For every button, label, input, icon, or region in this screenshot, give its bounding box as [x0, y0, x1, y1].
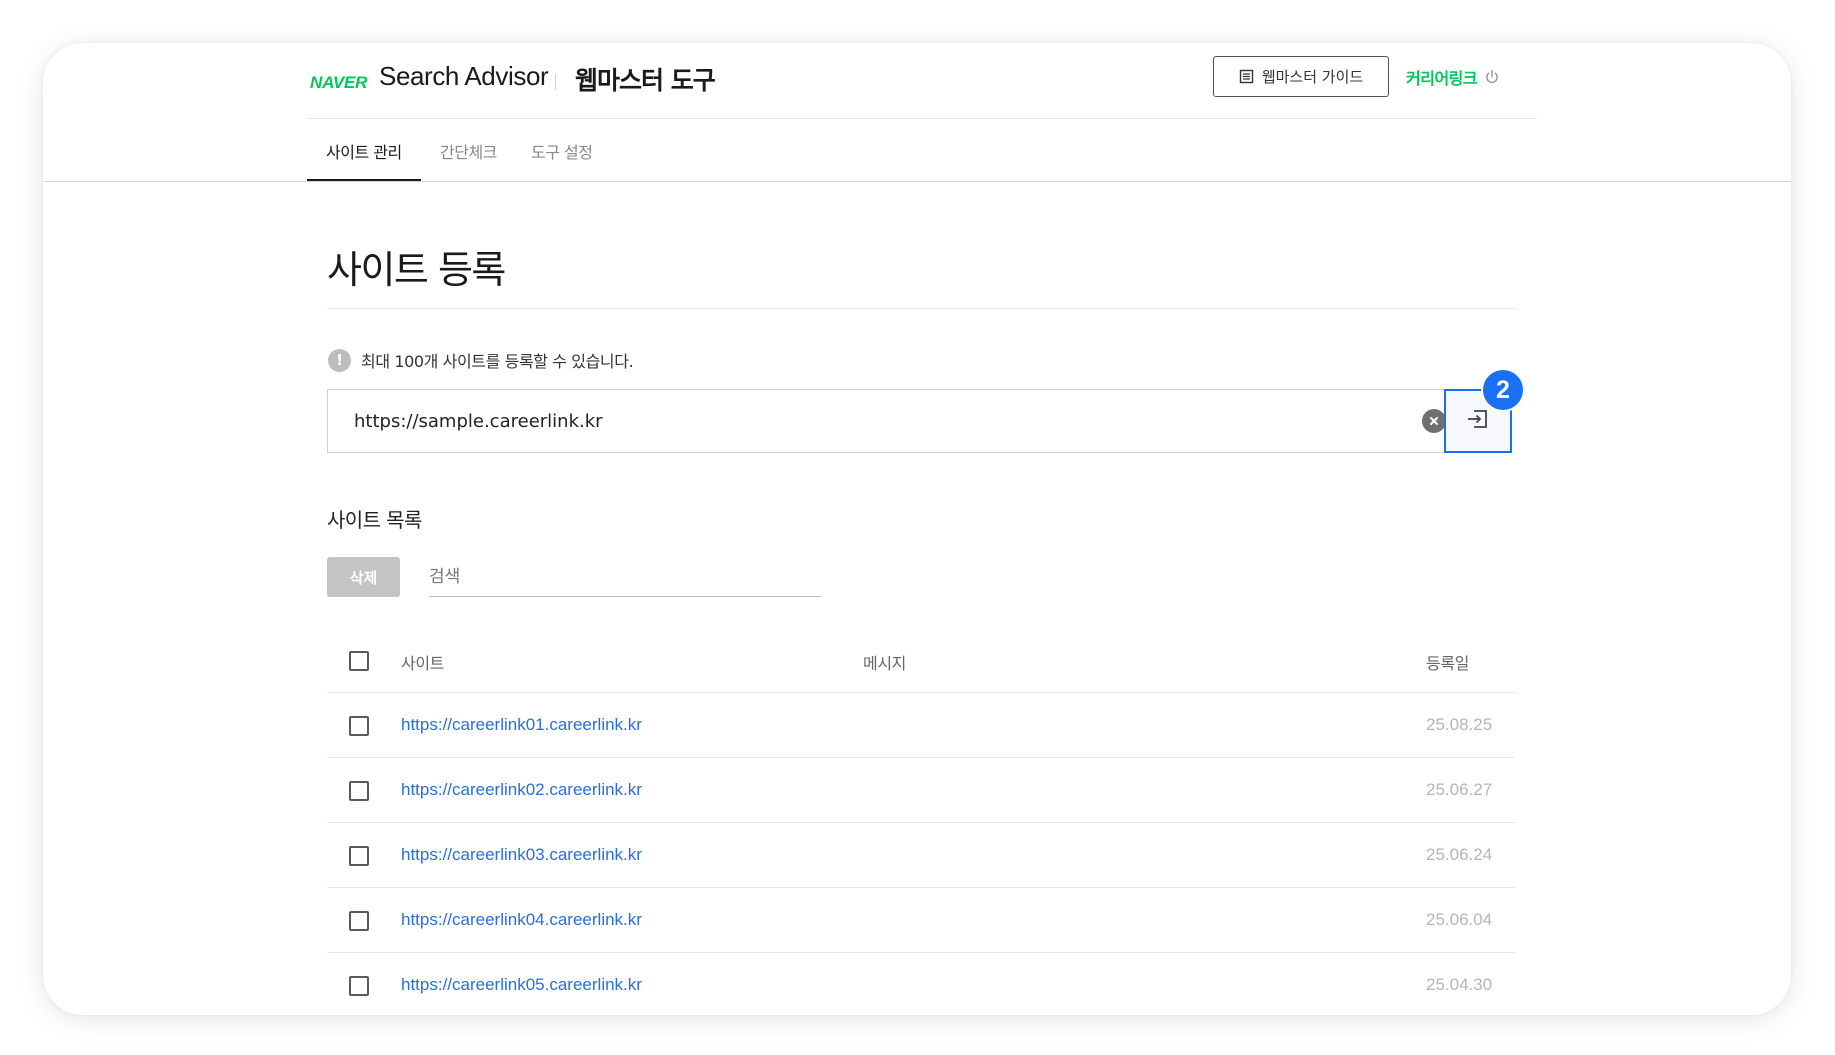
url-input-container — [327, 389, 1446, 453]
step-badge: 2 — [1483, 370, 1523, 410]
row-checkbox[interactable] — [349, 911, 369, 931]
site-date: 25.08.25 — [1426, 715, 1493, 734]
table-row: https://careerlink04.careerlink.kr 25.06… — [327, 888, 1515, 953]
clear-icon[interactable] — [1422, 409, 1446, 433]
row-checkbox[interactable] — [349, 976, 369, 996]
nav-divider — [43, 181, 1791, 182]
delete-button[interactable]: 삭제 — [327, 557, 400, 597]
tool-title: 웹마스터 도구 — [575, 66, 716, 95]
site-link[interactable]: https://careerlink05.careerlink.kr — [401, 975, 642, 995]
site-link[interactable]: https://careerlink04.careerlink.kr — [401, 910, 642, 930]
select-all-checkbox[interactable] — [349, 651, 369, 671]
tab-quick-check[interactable]: 간단체크 — [440, 139, 497, 163]
table-row: https://careerlink01.careerlink.kr 25.08… — [327, 693, 1515, 758]
site-date: 25.04.30 — [1426, 975, 1493, 994]
site-date: 25.06.24 — [1426, 845, 1493, 864]
table-header: 사이트 메시지 등록일 — [327, 628, 1515, 693]
site-date: 25.06.04 — [1426, 910, 1493, 929]
site-link[interactable]: https://careerlink03.careerlink.kr — [401, 845, 642, 865]
site-link[interactable]: https://careerlink02.careerlink.kr — [401, 780, 642, 800]
table-row: https://careerlink03.careerlink.kr 25.06… — [327, 823, 1515, 888]
site-url-input[interactable] — [328, 390, 1378, 452]
column-date[interactable]: 등록일 — [1426, 650, 1469, 674]
login-arrow-icon — [1466, 409, 1490, 433]
site-date: 25.06.27 — [1426, 780, 1493, 799]
brand-title: Search Advisor — [379, 61, 549, 91]
notice: ! 최대 100개 사이트를 등록할 수 있습니다. — [328, 348, 634, 372]
row-checkbox[interactable] — [349, 716, 369, 736]
search-input[interactable] — [429, 557, 821, 597]
notice-text: 최대 100개 사이트를 등록할 수 있습니다. — [361, 352, 634, 371]
naver-logo[interactable]: NAVER — [310, 73, 367, 93]
title-divider — [555, 74, 556, 90]
user-name: 커리어링크 — [1406, 69, 1478, 88]
page-title: 사이트 등록 — [327, 248, 506, 292]
table-row: https://careerlink05.careerlink.kr 25.04… — [327, 953, 1515, 1015]
column-site[interactable]: 사이트 — [401, 650, 444, 674]
tab-tool-settings[interactable]: 도구 설정 — [531, 139, 593, 163]
guide-button-label: 웹마스터 가이드 — [1261, 68, 1364, 86]
app-window: NAVER Search Advisor 웹마스터 도구 웹마스터 가이드 커리… — [43, 43, 1791, 1015]
power-icon[interactable] — [1483, 68, 1501, 86]
document-list-icon — [1239, 69, 1254, 84]
title-divider-line — [327, 308, 1515, 309]
header-divider — [307, 118, 1537, 119]
table-row: https://careerlink02.careerlink.kr 25.06… — [327, 758, 1515, 823]
site-link[interactable]: https://careerlink01.careerlink.kr — [401, 715, 642, 735]
info-icon: ! — [328, 348, 351, 372]
site-list-title: 사이트 목록 — [327, 508, 422, 532]
column-message: 메시지 — [863, 654, 906, 673]
webmaster-guide-button[interactable]: 웹마스터 가이드 — [1213, 56, 1389, 97]
user-menu[interactable]: 커리어링크 — [1406, 65, 1501, 89]
row-checkbox[interactable] — [349, 846, 369, 866]
tab-site-management[interactable]: 사이트 관리 — [326, 139, 402, 163]
row-checkbox[interactable] — [349, 781, 369, 801]
